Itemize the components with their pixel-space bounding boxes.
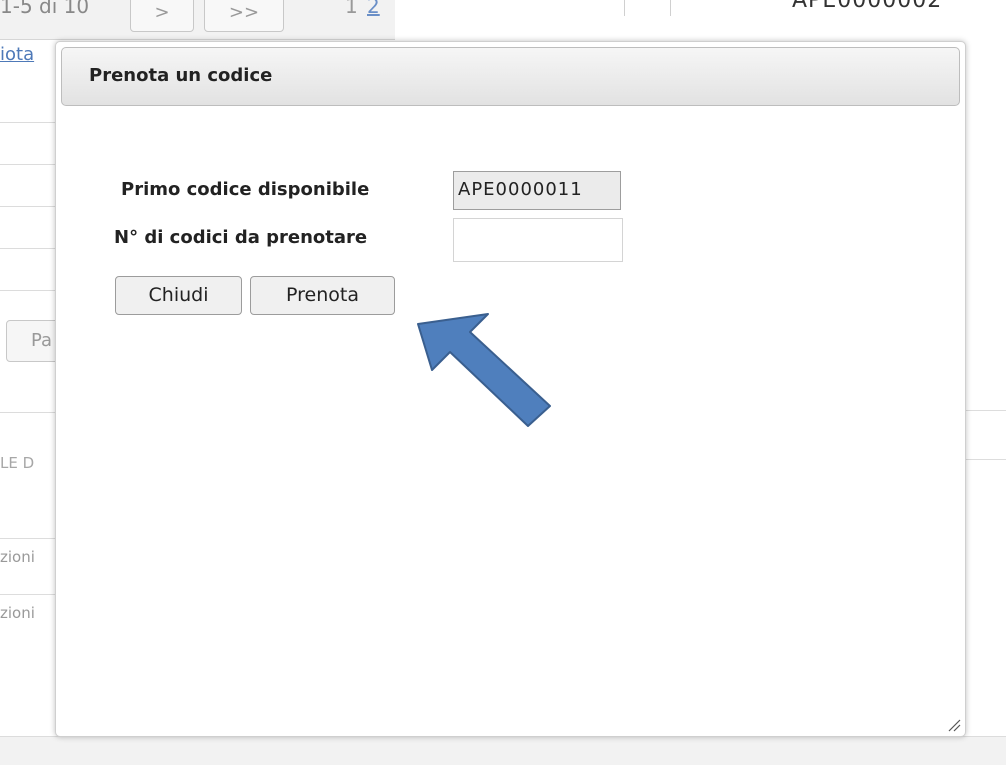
background-footer	[0, 736, 1006, 765]
pager-bar: 1-5 di 10 > >> 1 2	[0, 0, 395, 40]
section-label: LE D	[0, 454, 35, 472]
divider	[0, 290, 60, 291]
page-link-2[interactable]: 2	[367, 0, 380, 18]
count-input[interactable]	[453, 218, 623, 262]
background-link[interactable]: iota	[0, 44, 34, 65]
dialog-header[interactable]: Prenota un codice	[61, 47, 960, 106]
background-select-2[interactable]: zioni	[0, 594, 60, 630]
pointer-arrow-icon	[417, 313, 551, 427]
pager-next-button[interactable]: >	[130, 0, 194, 32]
first-code-field: APE0000011	[453, 171, 621, 210]
dialog-title: Prenota un codice	[89, 65, 273, 86]
divider	[0, 412, 60, 413]
divider	[0, 206, 60, 207]
table-column-divider	[670, 0, 671, 16]
first-code-label: Primo codice disponibile	[121, 179, 370, 200]
table-cell-code: APE0000002	[792, 0, 943, 13]
count-label: N° di codici da prenotare	[114, 227, 368, 248]
background-select-1[interactable]: zioni	[0, 538, 60, 574]
divider	[0, 248, 60, 249]
page-current: 1	[345, 0, 358, 18]
divider	[0, 122, 60, 123]
divider	[0, 164, 60, 165]
resize-grip-icon[interactable]	[947, 718, 961, 732]
close-button[interactable]: Chiudi	[115, 276, 242, 315]
pager-range: 1-5 di 10	[0, 0, 90, 18]
table-column-divider	[624, 0, 625, 16]
background-row	[966, 410, 1006, 460]
pager-last-button[interactable]: >>	[204, 0, 284, 32]
reserve-button[interactable]: Prenota	[250, 276, 395, 315]
